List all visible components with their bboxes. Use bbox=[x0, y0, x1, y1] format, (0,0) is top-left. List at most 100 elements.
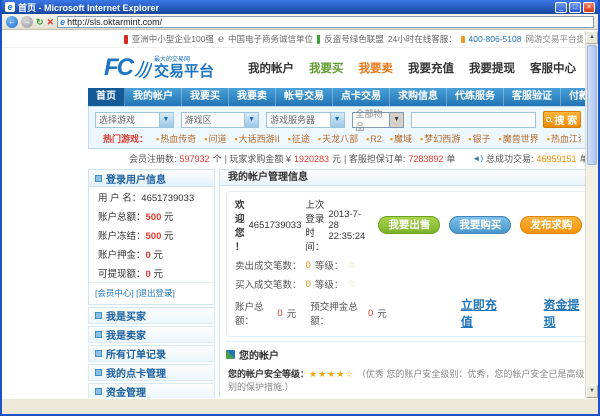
stat-total-value: 46959151 bbox=[537, 154, 577, 164]
hot-game-link[interactable]: 征途 bbox=[288, 132, 310, 145]
last-login-label: 上次登录时间： bbox=[305, 197, 324, 253]
hot-game-link[interactable]: R2 bbox=[366, 134, 382, 144]
tab-account-trade[interactable]: 帐号交易 bbox=[276, 88, 333, 106]
menu-bullet-icon bbox=[95, 312, 102, 319]
post-wanted-button[interactable]: 发布求购 bbox=[520, 216, 582, 234]
hot-game-link[interactable]: 梦幻西游 bbox=[420, 132, 460, 145]
refresh-icon[interactable]: ↻ bbox=[36, 16, 44, 28]
bought-stats-row: 买入成交笔数： 0 等级： ☆ bbox=[235, 277, 582, 291]
sidebar: 登录用户信息 用 户 名：4651739033 账户总额：500 元 账户冻结：… bbox=[88, 169, 215, 398]
topnav-withdraw[interactable]: 我要提现 bbox=[469, 60, 515, 76]
stop-icon[interactable]: ✕ bbox=[47, 16, 55, 28]
panel-title: 我的帐户管理信息 bbox=[220, 170, 585, 186]
scroll-up-button[interactable]: ▲ bbox=[586, 31, 598, 44]
stat-reg-label: 会员注册数: bbox=[129, 152, 177, 165]
logo-swoosh-icon bbox=[134, 59, 152, 79]
hot-game-link[interactable]: 天龙八部 bbox=[318, 132, 358, 145]
maximize-button[interactable]: □ bbox=[569, 2, 581, 13]
tab-service-verify[interactable]: 客服验证 bbox=[504, 88, 561, 106]
tab-home[interactable]: 首页 bbox=[88, 88, 125, 106]
badge-asia: 亚洲中小型企业100强 bbox=[132, 33, 214, 45]
sidebar-item-seller[interactable]: 我是卖家 bbox=[88, 326, 215, 343]
withdraw-link[interactable]: 资金提现 bbox=[544, 296, 583, 330]
topnav-my-account[interactable]: 我的帐户 bbox=[248, 60, 294, 76]
scroll-down-button[interactable]: ▼ bbox=[586, 385, 598, 398]
sidebar-username: 4651739033 bbox=[141, 193, 194, 204]
account-panel: 我的帐户管理信息 欢迎您 ！ 4651739033 上次登录时间：2013-7-… bbox=[219, 169, 585, 398]
sidebar-item-funds[interactable]: 资金管理 bbox=[88, 383, 215, 398]
hot-game-link[interactable]: 大话西游II bbox=[234, 132, 279, 145]
search-input[interactable] bbox=[411, 112, 536, 128]
stat-reg-value: 597932 bbox=[180, 154, 210, 164]
sidebar-item-orders[interactable]: 所有订单记录 bbox=[88, 345, 215, 362]
tab-powerleveling[interactable]: 代练服务 bbox=[447, 88, 504, 106]
hot-game-link[interactable]: 问道 bbox=[204, 132, 226, 145]
hot-game-link[interactable]: 热血传奇 bbox=[156, 132, 196, 145]
topnav-service[interactable]: 客服中心 bbox=[530, 60, 576, 76]
balance-stats-row: 账户总额： 0 元 预交押金总额： 0 元 立即充值 资金提现 bbox=[235, 296, 582, 330]
tab-my-account[interactable]: 我的帐户 bbox=[125, 88, 182, 106]
window-title: 首页 - Microsoft Internet Explorer bbox=[18, 1, 552, 14]
chevron-down-icon[interactable]: ▼ bbox=[389, 113, 402, 127]
level-star-icon: ☆ bbox=[347, 260, 356, 271]
logo-title: 交易平台 bbox=[154, 64, 214, 79]
hot-games-row: 热门游戏： 热血传奇 问道 大话西游II 征途 天龙八部 R2 魔域 梦幻西游 … bbox=[95, 132, 581, 145]
server-select[interactable]: 游戏服务器 ▼ bbox=[266, 112, 345, 128]
chevron-down-icon[interactable]: ▼ bbox=[330, 113, 344, 127]
stat-reg-unit: 个 bbox=[213, 152, 222, 165]
chevron-down-icon[interactable]: ▼ bbox=[159, 113, 173, 127]
menu-bullet-icon bbox=[95, 388, 102, 395]
box-bullet-icon bbox=[95, 175, 102, 182]
tab-sell[interactable]: 我要卖 bbox=[229, 88, 276, 106]
search-box: 选择游戏 ▼ 游戏区 ▼ 游戏服务器 ▼ 全部物品 bbox=[88, 106, 585, 149]
hot-game-link[interactable]: 魔兽世界 bbox=[498, 132, 538, 145]
buy-button[interactable]: 我要购买 bbox=[449, 216, 511, 234]
logo-fc-mark: FC bbox=[104, 57, 132, 79]
sidebar-item-cards[interactable]: 我的点卡管理 bbox=[88, 364, 215, 381]
logout-link[interactable]: [退出登录] bbox=[136, 288, 175, 298]
recharge-link[interactable]: 立即充值 bbox=[461, 296, 500, 330]
hot-game-link[interactable]: 热血江湖 bbox=[547, 132, 581, 145]
menu-bullet-icon bbox=[95, 331, 102, 338]
badge-antitheft: 反盗号绿色联盟 bbox=[324, 33, 384, 45]
close-button[interactable]: × bbox=[583, 2, 595, 13]
login-box-title: 登录用户信息 bbox=[106, 171, 166, 186]
topnav-recharge[interactable]: 我要充值 bbox=[408, 60, 454, 76]
tab-wanted[interactable]: 求购信息 bbox=[390, 88, 447, 106]
game-select[interactable]: 选择游戏 ▼ bbox=[95, 112, 174, 128]
topnav-sell[interactable]: 我要卖 bbox=[359, 60, 394, 76]
top-nav: 我的帐户 我要买 我要卖 我要充值 我要提现 客服中心 bbox=[248, 60, 576, 76]
security-level-line: 您的帐户安全等级：★★★★☆ （优秀 您的账户安全级别：优秀，您的帐户安全已是高… bbox=[228, 367, 585, 393]
tab-payment[interactable]: 付款方式 bbox=[561, 88, 585, 106]
search-button[interactable]: 搜 索 bbox=[543, 111, 581, 128]
account-section: 您的帐户 您的帐户安全等级：★★★★☆ （优秀 您的账户安全级别：优秀，您的帐户… bbox=[226, 341, 585, 398]
tab-buy[interactable]: 我要买 bbox=[182, 88, 229, 106]
browser-window: e 首页 - Microsoft Internet Explorer _ □ ×… bbox=[0, 0, 600, 416]
hotline-number[interactable]: 400-806-5108 bbox=[469, 34, 522, 44]
site-logo[interactable]: FC 最大的交易网 交易平台 bbox=[104, 57, 214, 79]
hot-game-link[interactable]: 银子 bbox=[468, 132, 490, 145]
deposit-row: 账户押金：0 元 bbox=[89, 244, 214, 263]
hot-game-link[interactable]: 魔域 bbox=[390, 132, 412, 145]
back-button[interactable]: ← bbox=[6, 16, 18, 28]
sell-button[interactable]: 我要出售 bbox=[378, 216, 440, 234]
welcome-label: 欢迎您 ！ bbox=[235, 197, 245, 253]
vertical-scrollbar[interactable]: ▲ ▼ bbox=[585, 31, 598, 398]
sidebar-item-buyer[interactable]: 我是买家 bbox=[88, 307, 215, 324]
member-center-link[interactable]: [会员中心] bbox=[95, 288, 134, 298]
tab-card-trade[interactable]: 点卡交易 bbox=[333, 88, 390, 106]
forward-button[interactable]: → bbox=[21, 16, 33, 28]
chevron-down-icon[interactable]: ▼ bbox=[244, 113, 258, 127]
zone-select[interactable]: 游戏区 ▼ bbox=[181, 112, 260, 128]
cert-icon: ℮ bbox=[218, 34, 224, 45]
minimize-button[interactable]: _ bbox=[555, 2, 567, 13]
stat-order-label: | 客服担保订单: bbox=[344, 152, 405, 165]
topnav-buy[interactable]: 我要买 bbox=[309, 60, 344, 76]
item-type-select[interactable]: 全部物品 ▼ bbox=[352, 112, 404, 128]
badge-ecommerce: 中国电子商务诚信单位 bbox=[228, 33, 313, 45]
scrollbar-thumb[interactable] bbox=[587, 45, 597, 165]
login-info-box: 登录用户信息 用 户 名：4651739033 账户总额：500 元 账户冻结：… bbox=[88, 169, 215, 305]
address-input[interactable] bbox=[67, 17, 591, 27]
stat-order-value: 7283892 bbox=[408, 154, 443, 164]
award-icon bbox=[124, 35, 128, 44]
